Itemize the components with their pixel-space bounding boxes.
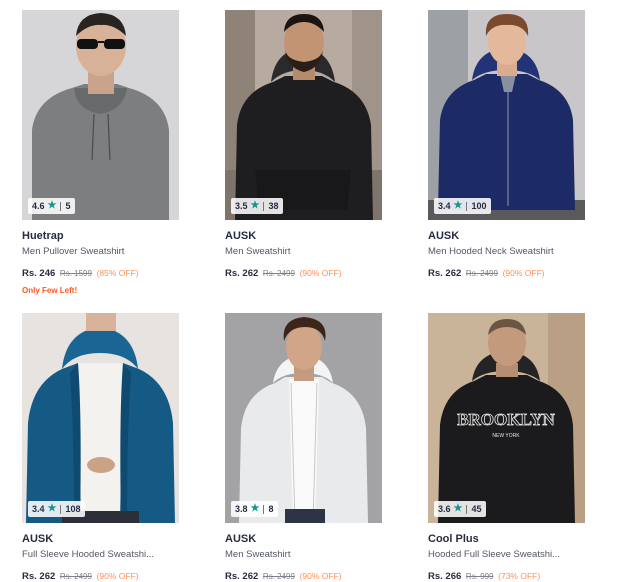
product-name: Hooded Full Sleeve Sweatshi... [428,549,561,560]
product-photo: BROOKLYN NEW YORK [428,313,585,523]
star-icon: ★ [250,503,260,514]
rating-badge: 3.8 ★ 8 [231,501,278,517]
original-price: Rs. 2499 [262,269,295,278]
product-brand: AUSK [225,533,257,545]
product-name: Full Sleeve Hooded Sweatshi... [22,549,155,560]
product-image[interactable]: 3.5 ★ 38 [225,10,382,220]
price-row: Rs. 266 Rs. 999 (73% OFF) [428,570,585,582]
rating-count: 45 [471,504,482,514]
discount-percent: (90% OFF) [96,571,139,581]
product-card-ausk-3[interactable]: 3.4 ★ 108 AUSK Full Sleeve Hooded Sweats… [22,313,179,582]
discount-percent: (73% OFF) [498,571,541,581]
price: Rs. 262 [428,268,462,279]
product-card-ausk-4[interactable]: 3.8 ★ 8 AUSK Men Sweatshirt Rs. 262 Rs. … [225,313,382,582]
rating-badge: 3.5 ★ 38 [231,198,283,214]
product-name: Men Sweatshirt [225,246,291,257]
rating-divider [60,201,62,211]
star-icon: ★ [47,200,57,211]
rating-badge: 4.6 ★ 5 [28,198,75,214]
original-price: Rs. 2499 [465,269,498,278]
product-image[interactable]: BROOKLYN NEW YORK 3.6 ★ 45 [428,313,585,523]
rating-divider [466,504,468,514]
product-brand: AUSK [428,230,460,242]
rating-divider [466,201,468,211]
price: Rs. 266 [428,571,462,582]
original-price: Rs. 999 [465,572,494,581]
rating-count: 100 [471,201,487,211]
original-price: Rs. 1599 [59,269,92,278]
discount-percent: (90% OFF) [299,571,342,581]
rating-badge: 3.4 ★ 108 [28,501,85,517]
product-name: Men Pullover Sweatshirt [22,246,125,257]
product-image[interactable]: 3.4 ★ 100 [428,10,585,220]
rating-value: 3.4 [438,201,451,211]
product-card-huetrap[interactable]: 4.6 ★ 5 Huetrap Men Pullover Sweatshirt … [22,10,179,295]
product-image[interactable]: 3.8 ★ 8 [225,313,382,523]
rating-count: 38 [268,201,279,211]
product-photo [225,313,382,523]
rating-value: 4.6 [32,201,45,211]
product-brand: Cool Plus [428,533,479,545]
product-card-ausk-1[interactable]: 3.5 ★ 38 AUSK Men Sweatshirt Rs. 262 Rs.… [225,10,382,280]
rating-badge: 3.4 ★ 100 [434,198,491,214]
price-row: Rs. 262 Rs. 2499 (90% OFF) [428,267,585,280]
discount-percent: (90% OFF) [299,268,342,278]
price: Rs. 262 [225,268,259,279]
product-brand: Huetrap [22,230,64,242]
star-icon: ★ [47,503,57,514]
product-brand: AUSK [22,533,54,545]
rating-divider [263,504,265,514]
price-row: Rs. 262 Rs. 2499 (90% OFF) [225,267,382,280]
rating-badge: 3.6 ★ 45 [434,501,486,517]
rating-divider [263,201,265,211]
stock-note: Only Few Left! [22,286,78,295]
price: Rs. 262 [225,571,259,582]
price: Rs. 262 [22,571,56,582]
product-photo [225,10,382,220]
rating-count: 8 [268,504,274,514]
rating-value: 3.8 [235,504,248,514]
rating-value: 3.4 [32,504,45,514]
product-card-cool-plus[interactable]: BROOKLYN NEW YORK 3.6 ★ 45 Cool Plus Hoo… [428,313,585,582]
product-brand: AUSK [225,230,257,242]
product-photo [22,313,179,523]
price: Rs. 246 [22,268,56,279]
hoodie-print-main: BROOKLYN [457,410,555,429]
product-photo [22,10,179,220]
rating-divider [60,504,62,514]
discount-percent: (85% OFF) [96,268,139,278]
rating-count: 5 [65,201,71,211]
star-icon: ★ [250,200,260,211]
product-photo [428,10,585,220]
rating-count: 108 [65,504,81,514]
hoodie-print-sub: NEW YORK [492,433,520,439]
price-row: Rs. 262 Rs. 2499 (90% OFF) [22,570,179,582]
product-name: Men Sweatshirt [225,549,291,560]
rating-value: 3.6 [438,504,451,514]
original-price: Rs. 2499 [59,572,92,581]
star-icon: ★ [453,503,463,514]
product-card-ausk-2[interactable]: 3.4 ★ 100 AUSK Men Hooded Neck Sweatshir… [428,10,585,280]
product-name: Men Hooded Neck Sweatshirt [428,246,554,257]
star-icon: ★ [453,200,463,211]
product-image[interactable]: 4.6 ★ 5 [22,10,179,220]
rating-value: 3.5 [235,201,248,211]
price-row: Rs. 262 Rs. 2499 (90% OFF) [225,570,382,582]
discount-percent: (90% OFF) [502,268,545,278]
product-image[interactable]: 3.4 ★ 108 [22,313,179,523]
original-price: Rs. 2499 [262,572,295,581]
price-row: Rs. 246 Rs. 1599 (85% OFF) [22,267,179,280]
